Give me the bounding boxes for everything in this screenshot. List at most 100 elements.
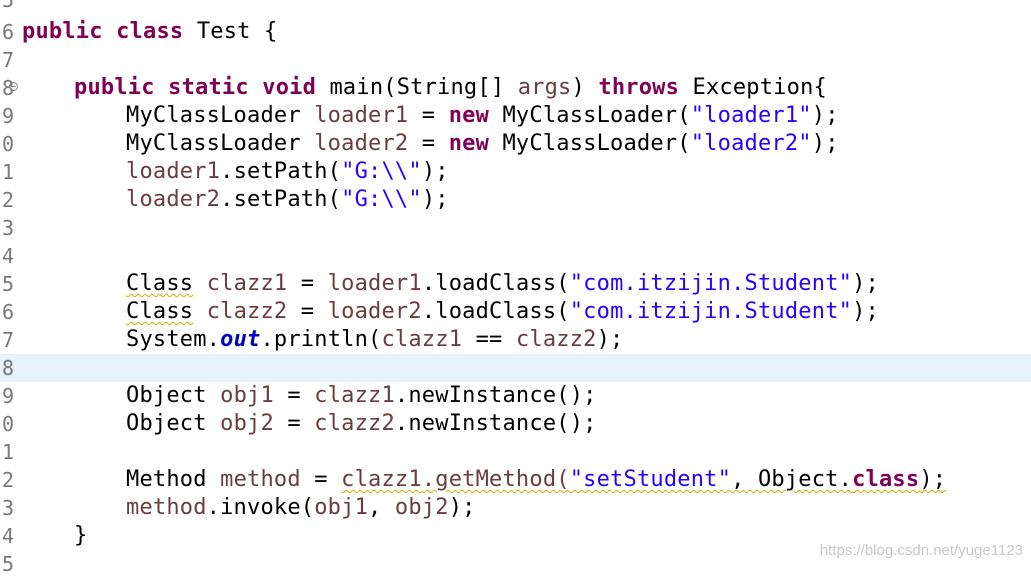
string-literal: "loader1" xyxy=(690,103,812,128)
keyword: public xyxy=(22,19,103,44)
variable-with-warning[interactable]: clazz1.getMethod("setStudent", Object.cl… xyxy=(341,467,946,492)
code-line[interactable]: 3 xyxy=(0,214,1031,242)
watermark: https://blog.csdn.net/yuge1123 xyxy=(819,542,1023,559)
code-line[interactable]: 9 MyClassLoader loader1 = new MyClassLoa… xyxy=(0,102,1031,130)
code-line[interactable]: 6 public class Test { xyxy=(0,18,1031,46)
code-editor[interactable]: 5 6 public class Test { 7 8 public stati… xyxy=(0,0,1031,576)
collapse-icon[interactable] xyxy=(9,82,18,91)
line-number: 1 xyxy=(1,160,14,184)
line-number: 7 xyxy=(1,328,14,352)
line-number: 0 xyxy=(1,412,14,436)
line-number: 3 xyxy=(1,496,14,520)
line-number: 6 xyxy=(1,20,14,44)
variable: args xyxy=(517,75,572,100)
code-token: Test { xyxy=(196,19,278,44)
variable: clazz1 xyxy=(381,327,463,352)
string-literal: "G:\\" xyxy=(341,187,422,212)
keyword: new xyxy=(448,103,490,128)
code-token: = xyxy=(273,383,315,408)
type-with-warning[interactable]: Class xyxy=(126,271,193,296)
code-line[interactable]: 7 xyxy=(0,46,1031,74)
code-token: ); xyxy=(811,103,839,128)
code-line[interactable]: 5 xyxy=(0,0,1031,14)
code-line[interactable]: 6 Class clazz2 = loader2.loadClass("com.… xyxy=(0,298,1031,326)
static-field: out xyxy=(220,327,261,352)
code-token: = xyxy=(287,299,328,324)
code-token: = xyxy=(273,411,315,436)
code-token: ) xyxy=(571,75,599,100)
code-line[interactable]: 1 loader1.setPath("G:\\"); xyxy=(0,158,1031,186)
code-token: Object xyxy=(126,411,221,436)
code-text: Method method = clazz1.getMethod("setStu… xyxy=(126,466,946,494)
code-line[interactable]: 3 method.invoke(obj1, obj2); xyxy=(0,494,1031,522)
code-line[interactable]: 2 loader2.setPath("G:\\"); xyxy=(0,186,1031,214)
line-number: 1 xyxy=(1,440,14,464)
code-token: ); xyxy=(811,131,839,156)
line-number: 4 xyxy=(1,524,14,548)
code-line[interactable]: 9 Object obj1 = clazz1.newInstance(); xyxy=(0,382,1031,410)
code-line[interactable]: 1 xyxy=(0,438,1031,466)
code-token: ); xyxy=(852,271,879,296)
line-number: 9 xyxy=(1,104,14,128)
variable: loader1 xyxy=(314,103,409,128)
variable: loader1 xyxy=(126,159,221,184)
code-line[interactable]: 0 Object obj2 = clazz2.newInstance(); xyxy=(0,410,1031,438)
variable: loader2 xyxy=(126,187,221,212)
code-text: loader1.setPath("G:\\"); xyxy=(126,158,449,186)
string-literal: "com.itzijin.Student" xyxy=(569,299,853,324)
keyword: public xyxy=(74,75,155,100)
code-token: = xyxy=(300,467,342,492)
code-token: MyClassLoader xyxy=(126,103,315,128)
variable: clazz2 xyxy=(314,411,395,436)
code-token: ); xyxy=(852,299,879,324)
code-line[interactable]: 4 xyxy=(0,242,1031,270)
code-token: .getMethod( xyxy=(421,467,570,492)
code-token: .loadClass( xyxy=(421,271,570,296)
variable: clazz1 xyxy=(314,383,395,408)
line-number: 2 xyxy=(1,188,14,212)
code-text: method.invoke(obj1, obj2); xyxy=(126,494,476,522)
code-text: MyClassLoader loader1 = new MyClassLoade… xyxy=(126,102,839,130)
code-token: ); xyxy=(421,187,449,212)
code-token: System. xyxy=(126,327,221,352)
variable: clazz1 xyxy=(206,271,288,296)
current-line[interactable]: 8 xyxy=(0,354,1031,382)
code-text: } xyxy=(74,522,87,550)
code-token: , xyxy=(368,495,395,520)
variable: clazz2 xyxy=(206,299,288,324)
code-text: Object obj2 = clazz2.newInstance(); xyxy=(126,410,597,438)
code-token: .loadClass( xyxy=(421,299,570,324)
line-number: 8 xyxy=(1,356,14,380)
variable: clazz1 xyxy=(341,467,422,492)
code-line[interactable]: 5 Class clazz1 = loader1.loadClass("com.… xyxy=(0,270,1031,298)
code-text: public static void main(String[] args) t… xyxy=(74,74,827,102)
code-line[interactable]: 2 Method method = clazz1.getMethod("setS… xyxy=(0,466,1031,494)
keyword: class xyxy=(116,19,184,44)
code-text: loader2.setPath("G:\\"); xyxy=(126,186,449,214)
code-token: MyClassLoader( xyxy=(489,131,691,156)
code-token: ); xyxy=(919,467,947,492)
line-number: 9 xyxy=(1,384,14,408)
line-number: 2 xyxy=(1,468,14,492)
code-line[interactable]: 0 MyClassLoader loader2 = new MyClassLoa… xyxy=(0,130,1031,158)
type-with-warning[interactable]: Class xyxy=(126,299,193,324)
variable: loader2 xyxy=(314,131,409,156)
code-text: MyClassLoader loader2 = new MyClassLoade… xyxy=(126,130,839,158)
code-line[interactable]: 7 System.out.println(clazz1 == clazz2); xyxy=(0,326,1031,354)
code-token: = xyxy=(408,103,449,128)
line-number: 3 xyxy=(1,216,14,240)
code-token: MyClassLoader( xyxy=(489,103,691,128)
code-text: Class clazz1 = loader1.loadClass("com.it… xyxy=(126,270,879,298)
code-token: .newInstance(); xyxy=(394,383,597,408)
variable: method xyxy=(220,467,301,492)
code-text: System.out.println(clazz1 == clazz2); xyxy=(126,326,624,354)
variable: loader2 xyxy=(327,299,422,324)
line-number: 7 xyxy=(1,48,14,72)
variable: method xyxy=(126,495,207,520)
code-line[interactable]: 8 public static void main(String[] args)… xyxy=(0,74,1031,102)
keyword: static xyxy=(168,75,249,100)
line-number: 5 xyxy=(1,272,14,296)
code-text: Class clazz2 = loader2.loadClass("com.it… xyxy=(126,298,879,326)
